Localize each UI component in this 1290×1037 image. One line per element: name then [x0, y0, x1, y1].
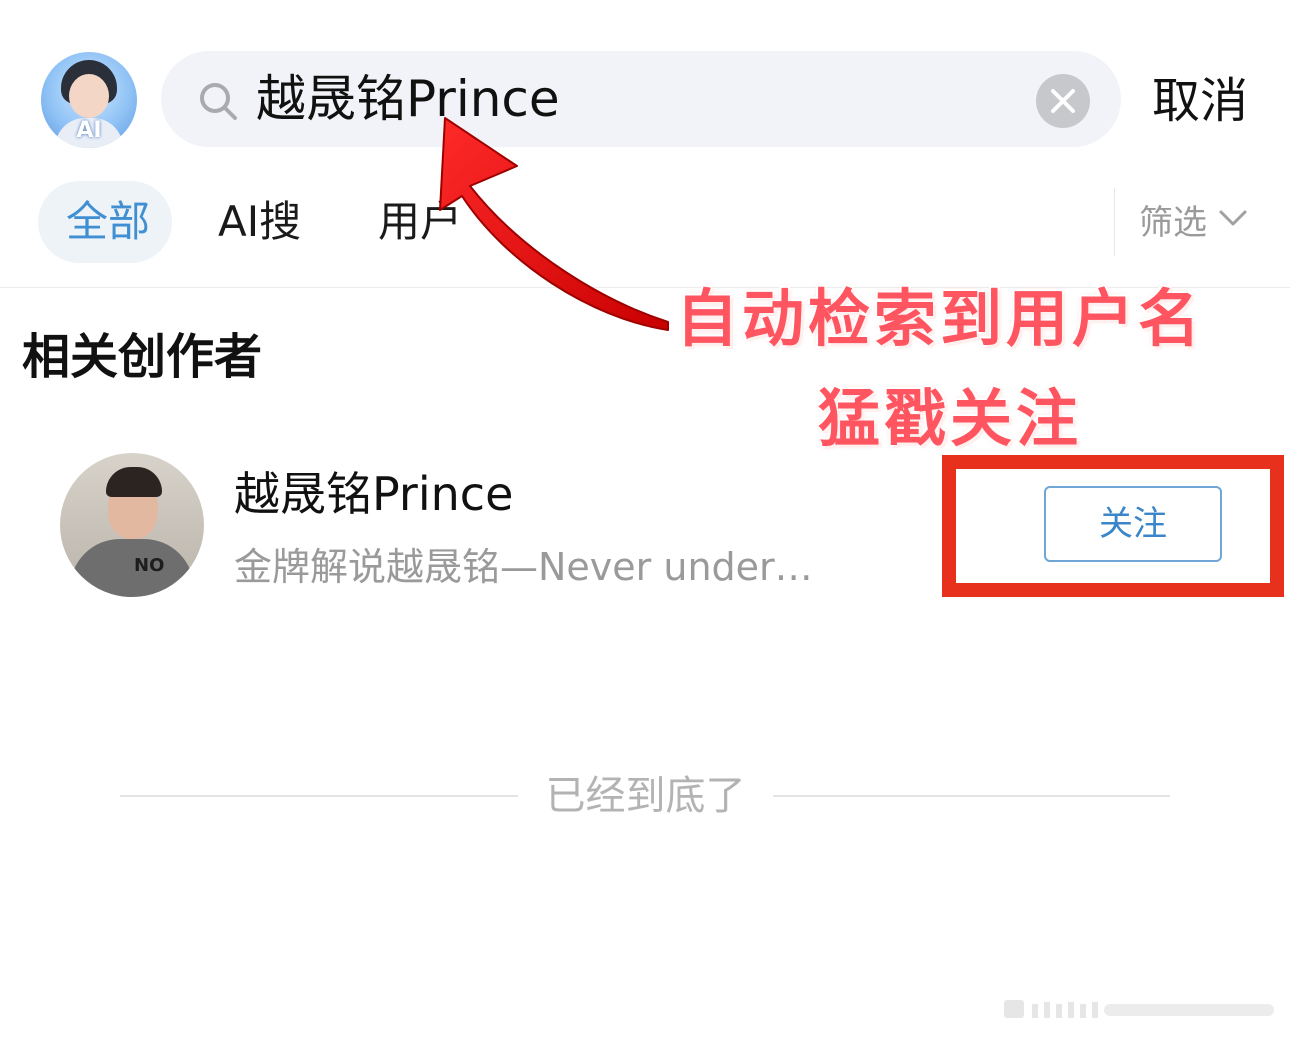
watermark-logo	[1004, 1000, 1274, 1018]
annotation-text-line1: 自动检索到用户名	[676, 282, 1205, 355]
annotation-arrow-shape	[439, 117, 669, 331]
annotation-text-line2: 猛戳关注	[818, 382, 1083, 455]
annotation-arrow	[439, 117, 669, 331]
